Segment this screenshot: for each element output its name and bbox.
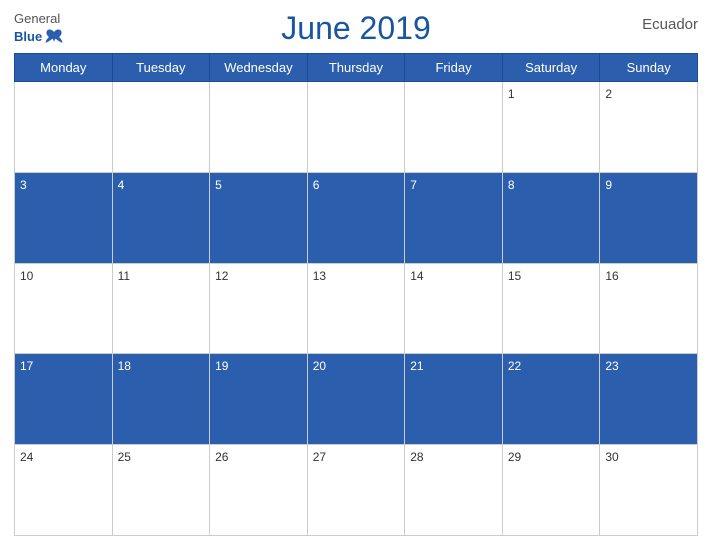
country-label: Ecuador [642,16,698,33]
day-number: 27 [313,450,326,464]
day-number: 26 [215,450,228,464]
calendar-day-cell: 7 [405,172,503,263]
calendar-day-cell: 2 [600,82,698,173]
calendar-day-cell [210,82,308,173]
day-number: 11 [118,269,130,283]
day-number: 23 [605,359,618,373]
day-number: 30 [605,450,618,464]
day-number: 17 [20,359,33,373]
weekday-header-thursday: Thursday [307,54,405,82]
calendar-week-row: 12 [15,82,698,173]
weekday-header-tuesday: Tuesday [112,54,210,82]
calendar-day-cell: 14 [405,263,503,354]
day-number: 7 [410,178,417,192]
calendar-day-cell [405,82,503,173]
calendar-day-cell: 1 [502,82,600,173]
calendar-day-cell: 12 [210,263,308,354]
calendar-day-cell: 22 [502,354,600,445]
day-number: 9 [605,178,612,192]
calendar-day-cell: 20 [307,354,405,445]
logo-area: General Blue [14,10,64,46]
day-number: 15 [508,269,521,283]
day-number: 14 [410,269,423,283]
logo-blue: Blue [14,30,42,44]
day-number: 6 [313,178,320,192]
calendar-week-row: 24 25 26 27 28 29 30 [15,445,698,536]
logo-bird-icon [44,28,64,46]
calendar-day-cell: 6 [307,172,405,263]
logo-text: General Blue [14,10,64,46]
calendar-day-cell: 4 [112,172,210,263]
calendar-day-cell: 10 [15,263,113,354]
day-number: 19 [215,359,228,373]
calendar-day-cell: 8 [502,172,600,263]
logo-general: General [14,11,60,26]
day-number: 25 [118,450,131,464]
day-number: 10 [20,269,33,283]
calendar-day-cell: 28 [405,445,503,536]
calendar-day-cell: 21 [405,354,503,445]
calendar-week-row: 10 11 12 13 14 15 16 [15,263,698,354]
day-number: 1 [508,87,515,101]
month-title: June 2019 [281,10,430,47]
calendar-day-cell: 3 [15,172,113,263]
calendar-day-cell: 17 [15,354,113,445]
weekday-header-wednesday: Wednesday [210,54,308,82]
calendar-week-row: 17 18 19 20 21 22 23 [15,354,698,445]
day-number: 20 [313,359,326,373]
day-number: 29 [508,450,521,464]
weekday-header-friday: Friday [405,54,503,82]
day-number: 22 [508,359,521,373]
calendar-wrapper: General Blue June 2019 Ecuador MondayTue… [0,0,712,550]
calendar-day-cell: 26 [210,445,308,536]
day-number: 4 [118,178,125,192]
day-number: 5 [215,178,222,192]
calendar-day-cell: 5 [210,172,308,263]
calendar-day-cell: 13 [307,263,405,354]
calendar-day-cell: 25 [112,445,210,536]
day-number: 28 [410,450,423,464]
calendar-day-cell [112,82,210,173]
weekday-header-monday: Monday [15,54,113,82]
calendar-week-row: 3 4 5 6 7 8 9 [15,172,698,263]
weekday-header-sunday: Sunday [600,54,698,82]
calendar-day-cell: 30 [600,445,698,536]
weekday-header-row: MondayTuesdayWednesdayThursdayFridaySatu… [15,54,698,82]
calendar-day-cell: 27 [307,445,405,536]
calendar-day-cell: 24 [15,445,113,536]
day-number: 3 [20,178,27,192]
calendar-day-cell: 15 [502,263,600,354]
calendar-day-cell: 19 [210,354,308,445]
calendar-day-cell: 23 [600,354,698,445]
day-number: 13 [313,269,326,283]
calendar-day-cell [15,82,113,173]
day-number: 18 [118,359,131,373]
calendar-day-cell: 11 [112,263,210,354]
day-number: 24 [20,450,33,464]
calendar-day-cell: 18 [112,354,210,445]
calendar-day-cell: 29 [502,445,600,536]
day-number: 8 [508,178,515,192]
calendar-header: General Blue June 2019 Ecuador [14,10,698,47]
calendar-day-cell [307,82,405,173]
day-number: 2 [605,87,612,101]
weekday-header-saturday: Saturday [502,54,600,82]
day-number: 21 [410,359,423,373]
calendar-day-cell: 9 [600,172,698,263]
calendar-day-cell: 16 [600,263,698,354]
day-number: 16 [605,269,618,283]
day-number: 12 [215,269,228,283]
calendar-table: MondayTuesdayWednesdayThursdayFridaySatu… [14,53,698,536]
